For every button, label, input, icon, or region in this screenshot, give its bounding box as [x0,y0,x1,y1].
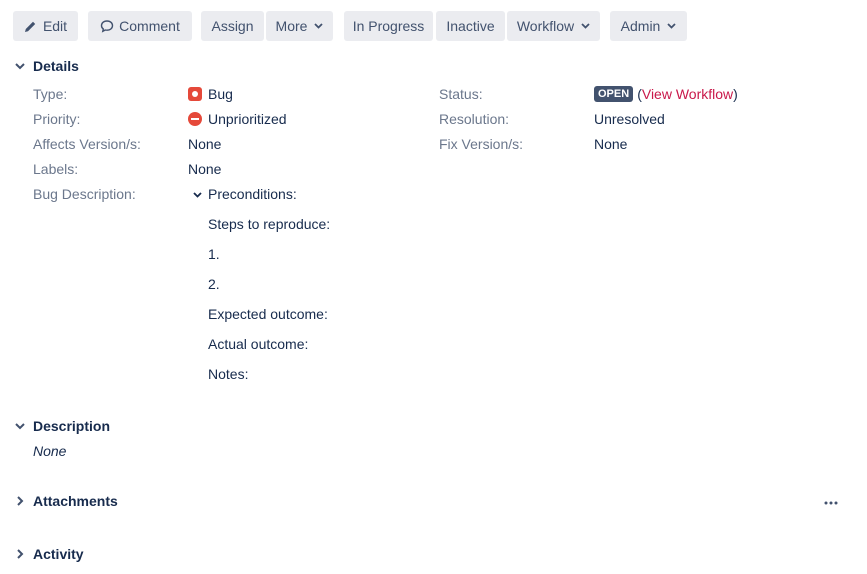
resolution-value: Unresolved [594,111,665,127]
details-section-toggle[interactable]: Details [13,56,79,76]
edit-button[interactable]: Edit [13,11,78,41]
issue-view: Edit Comment Assign More In Progress Ina… [0,0,867,574]
type-value: Bug [188,84,233,104]
priority-value-text: Unprioritized [208,111,287,127]
description-value: None [33,443,67,459]
type-value-text: Bug [208,86,233,102]
admin-dropdown[interactable]: Admin [610,11,687,41]
edit-button-label: Edit [42,18,68,34]
bug-description-line: Preconditions: [208,186,297,202]
more-dropdown[interactable]: More [266,11,333,41]
chevron-down-icon [13,59,27,73]
chevron-down-icon [580,21,590,31]
pencil-icon [24,19,38,33]
workflow-dropdown[interactable]: Workflow [507,11,600,41]
priority-label: Priority: [33,111,81,127]
description-section-title: Description [33,418,111,434]
assign-button-label: Assign [211,18,254,34]
fix-version-value: None [594,136,628,152]
activity-section-title: Activity [33,546,84,562]
bug-icon [188,87,202,101]
in-progress-button[interactable]: In Progress [344,11,433,41]
resolution-label: Resolution: [439,111,510,127]
more-horizontal-icon [824,492,838,510]
bug-description-line: 1. [208,246,220,262]
chevron-down-icon [666,21,676,31]
issue-toolbar: Edit Comment Assign More In Progress Ina… [13,11,693,41]
priority-value: Unprioritized [188,109,287,129]
bug-description-label: Bug Description: [33,186,136,202]
status-value: OPEN ( View Workflow ) [594,84,738,104]
attachments-more-actions-button[interactable] [822,492,840,510]
admin-dropdown-label: Admin [620,18,661,34]
inactive-button-label: Inactive [446,18,495,34]
activity-section-toggle[interactable]: Activity [13,544,84,564]
affects-version-label: Affects Version/s: [33,136,141,152]
affects-version-value: None [188,136,222,152]
attachments-section-title: Attachments [33,493,118,509]
chevron-right-icon [13,547,27,561]
bug-description-line: Expected outcome: [208,306,328,322]
priority-unprioritized-icon [188,112,202,126]
details-section-title: Details [33,58,79,74]
status-label: Status: [439,86,483,102]
bug-description-line: Notes: [208,366,249,382]
fix-version-label: Fix Version/s: [439,136,524,152]
type-label: Type: [33,86,68,102]
bug-description-line: 2. [208,276,220,292]
in-progress-button-label: In Progress [352,18,425,34]
view-workflow-link[interactable]: View Workflow [642,84,733,104]
chevron-down-icon [313,21,323,31]
comment-icon [100,19,114,33]
status-badge: OPEN [594,86,634,102]
more-dropdown-label: More [275,18,308,34]
inactive-button[interactable]: Inactive [436,11,505,41]
assign-button[interactable]: Assign [201,11,264,41]
labels-value: None [188,161,222,177]
attachments-section-toggle[interactable]: Attachments [13,491,118,511]
chevron-down-icon [192,185,202,203]
comment-button-label: Comment [119,18,180,34]
chevron-right-icon [13,494,27,508]
workflow-dropdown-label: Workflow [516,18,575,34]
comment-button[interactable]: Comment [88,11,192,41]
description-section-toggle[interactable]: Description [13,416,110,436]
bug-description-line: Steps to reproduce: [208,216,331,232]
chevron-down-icon [13,419,27,433]
labels-label: Labels: [33,161,79,177]
bug-description-collapse-toggle[interactable] [191,187,203,201]
view-workflow-close-paren: ) [733,86,738,102]
bug-description-line: Actual outcome: [208,336,309,352]
